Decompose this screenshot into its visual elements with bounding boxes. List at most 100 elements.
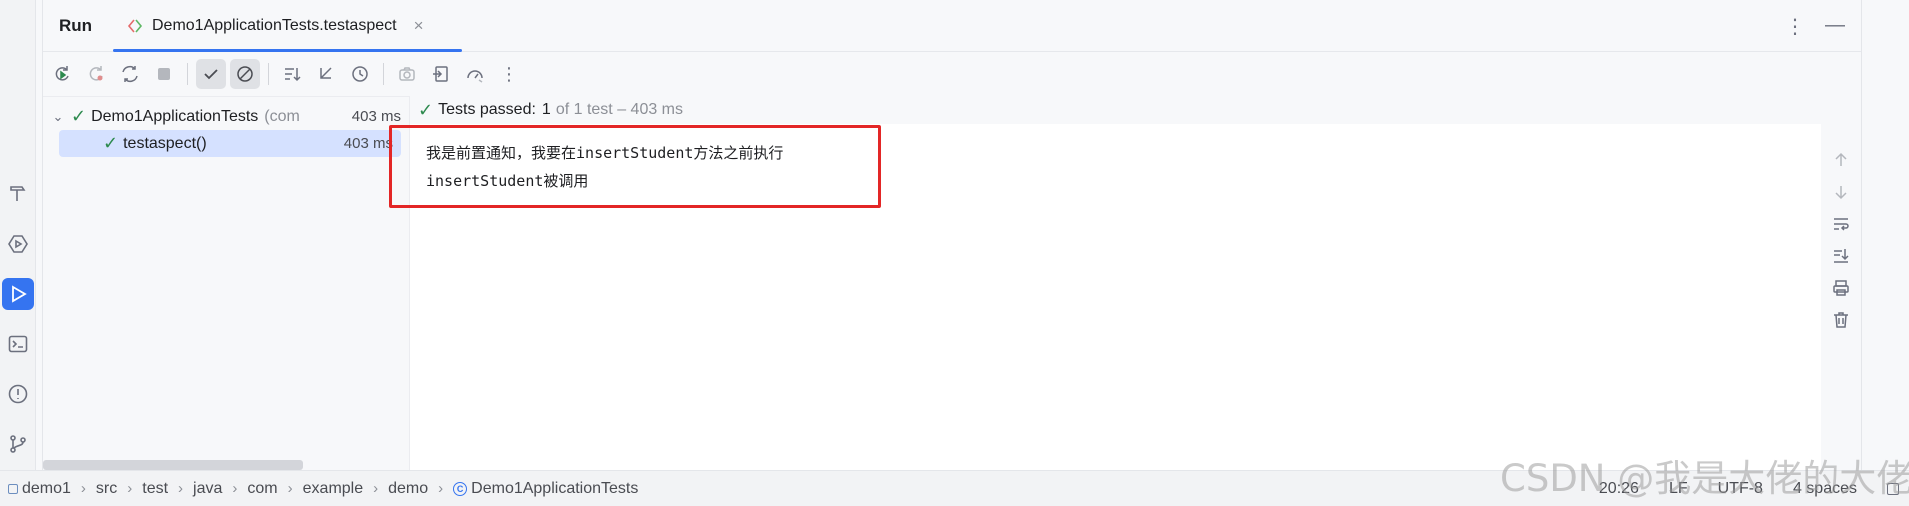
screenshot-button[interactable] xyxy=(392,59,422,89)
rerun-failed-button[interactable] xyxy=(81,59,111,89)
show-passed-button[interactable] xyxy=(196,59,226,89)
class-icon: C xyxy=(453,481,468,496)
file-encoding[interactable]: UTF-8 xyxy=(1718,480,1763,498)
breadcrumb-item[interactable]: C Demo1ApplicationTests xyxy=(453,480,638,498)
run-toolbar: ⋮ xyxy=(43,53,1861,95)
toggle-auto-test-icon xyxy=(122,65,138,83)
minimize-icon[interactable]: — xyxy=(1825,14,1845,39)
sort-button[interactable] xyxy=(277,59,307,89)
module-icon xyxy=(8,483,18,494)
console-actions xyxy=(1821,96,1861,470)
passed-check-icon: ✓ xyxy=(103,133,119,153)
toolbar-separator xyxy=(187,63,188,85)
services-tool-button[interactable] xyxy=(2,228,34,260)
run-panel-title: Run xyxy=(59,16,93,35)
git-branch-icon xyxy=(10,435,26,453)
breadcrumb-item[interactable]: java xyxy=(193,480,222,498)
breadcrumb-item[interactable]: src xyxy=(96,480,117,498)
export-results-button[interactable] xyxy=(426,59,456,89)
breadcrumb-item[interactable]: com xyxy=(247,480,277,498)
status-bar: demo1 › src › test › java › com › exampl… xyxy=(0,470,1909,506)
more-options-icon[interactable]: ⋮ xyxy=(1785,14,1805,39)
collapse-all-button[interactable] xyxy=(311,59,341,89)
chevron-right-icon: › xyxy=(232,480,238,497)
git-tool-button[interactable] xyxy=(2,428,34,460)
hammer-icon xyxy=(10,186,26,201)
breadcrumb-label: test xyxy=(142,479,169,497)
status-widgets: 20:26 LF UTF-8 4 spaces xyxy=(1599,471,1899,506)
chevron-right-icon: › xyxy=(438,480,444,497)
run-config-tab[interactable]: Demo1ApplicationTests.testaspect × xyxy=(113,0,438,52)
breadcrumb-label: demo1 xyxy=(22,479,71,497)
coverage-button[interactable] xyxy=(460,59,490,89)
suite-label: Demo1ApplicationTests xyxy=(91,107,259,125)
terminal-icon xyxy=(8,335,28,353)
checkmark-icon xyxy=(204,69,218,80)
chevron-right-icon: › xyxy=(80,480,86,497)
test-summary: ✓ Tests passed: 1 of 1 test – 403 ms xyxy=(409,96,1821,124)
suite-package-suffix: (com xyxy=(264,107,300,125)
breadcrumb-item[interactable]: demo xyxy=(388,480,428,498)
tree-item-suite[interactable]: ⌄ ✓ Demo1ApplicationTests (com 403 ms xyxy=(43,103,409,130)
run-tool-button[interactable] xyxy=(2,278,34,310)
highlight-box xyxy=(389,125,881,208)
active-tab-indicator xyxy=(113,49,462,52)
breadcrumb-label: demo xyxy=(388,479,429,497)
build-tool-button[interactable] xyxy=(2,177,34,209)
line-ending[interactable]: LF xyxy=(1669,480,1688,498)
stop-button[interactable] xyxy=(149,59,179,89)
test-config-icon xyxy=(127,19,143,33)
scroll-to-end-icon[interactable] xyxy=(1831,246,1851,266)
chevron-right-icon: › xyxy=(373,480,379,497)
tool-window-stripe xyxy=(0,0,36,470)
breadcrumb-item[interactable]: demo1 xyxy=(8,480,71,498)
terminal-tool-button[interactable] xyxy=(2,328,34,360)
problems-icon xyxy=(8,384,28,404)
chevron-right-icon: › xyxy=(178,480,184,497)
test-label: testaspect() xyxy=(123,134,207,152)
run-icon xyxy=(12,285,27,303)
lock-icon[interactable] xyxy=(1887,483,1899,495)
caret-position[interactable]: 20:26 xyxy=(1599,480,1639,498)
breadcrumb-item[interactable]: test xyxy=(142,480,168,498)
summary-count: 1 xyxy=(541,101,551,118)
toolbar-more-button[interactable]: ⋮ xyxy=(494,59,524,89)
stop-icon xyxy=(158,68,170,80)
services-icon xyxy=(8,235,28,253)
export-icon xyxy=(433,66,448,82)
summary-prefix: Tests passed: xyxy=(438,101,536,118)
rerun-icon xyxy=(55,66,69,81)
passed-check-icon: ✓ xyxy=(418,99,434,120)
toolbar-separator xyxy=(383,63,384,85)
indent-setting[interactable]: 4 spaces xyxy=(1793,480,1857,498)
toggle-auto-test-button[interactable] xyxy=(115,59,145,89)
breadcrumb-label: Demo1ApplicationTests xyxy=(471,479,639,497)
arrow-up-icon[interactable] xyxy=(1831,150,1851,170)
show-ignored-button[interactable] xyxy=(230,59,260,89)
passed-check-icon: ✓ xyxy=(71,106,87,126)
panel-header-actions: ⋮ — xyxy=(1785,14,1845,39)
tree-horizontal-scrollbar[interactable] xyxy=(43,460,303,470)
run-panel: Run Demo1ApplicationTests.testaspect × ⋮… xyxy=(42,0,1862,470)
close-icon[interactable]: × xyxy=(414,16,424,36)
toolbar-separator xyxy=(268,63,269,85)
breadcrumb-item[interactable]: example xyxy=(303,480,363,498)
speedometer-icon xyxy=(467,70,483,83)
test-history-button[interactable] xyxy=(345,59,375,89)
history-icon xyxy=(352,66,368,82)
camera-icon xyxy=(399,67,415,81)
chevron-right-icon: › xyxy=(127,480,133,497)
problems-tool-button[interactable] xyxy=(2,378,34,410)
breadcrumb-label: example xyxy=(302,479,364,497)
breadcrumb-label: java xyxy=(193,479,223,497)
ide-window: Run Demo1ApplicationTests.testaspect × ⋮… xyxy=(0,0,1909,506)
more-icon: ⋮ xyxy=(500,63,518,84)
trash-icon[interactable] xyxy=(1831,310,1851,330)
tree-item-test[interactable]: ✓ testaspect() 403 ms xyxy=(59,130,401,157)
rerun-failed-icon xyxy=(89,66,103,81)
arrow-down-icon[interactable] xyxy=(1831,182,1851,202)
chevron-down-icon[interactable]: ⌄ xyxy=(49,109,67,125)
rerun-button[interactable] xyxy=(47,59,77,89)
print-icon[interactable] xyxy=(1831,278,1851,298)
soft-wrap-icon[interactable] xyxy=(1831,214,1851,234)
